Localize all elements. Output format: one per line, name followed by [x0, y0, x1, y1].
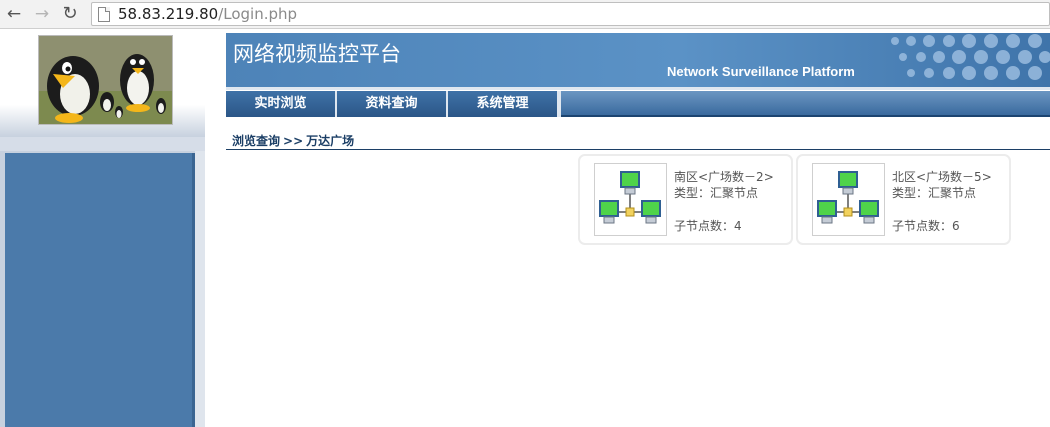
decorative-dots-icon — [891, 34, 1050, 80]
network-topology-icon[interactable] — [594, 163, 667, 236]
logo-area — [0, 29, 205, 137]
browser-toolbar: ← → ↻ 58.83.219.80/Login.php — [0, 0, 1050, 29]
menu-separator — [559, 91, 561, 117]
sidebar-panel — [5, 153, 195, 427]
breadcrumb: 浏览查询 >> 万达广场 — [232, 132, 354, 149]
page-icon — [98, 7, 110, 22]
penguin-logo — [38, 35, 173, 125]
node-card-south[interactable]: 南区<广场数－2> 类型：汇聚节点 子节点数：4 — [578, 154, 793, 245]
banner-divider — [226, 87, 1050, 90]
breadcrumb-current: 万达广场 — [306, 134, 355, 148]
address-bar[interactable]: 58.83.219.80/Login.php — [91, 2, 1050, 26]
url-path: /Login.php — [218, 5, 298, 23]
header-banner: 网络视频监控平台 Network Surveillance Platform — [226, 33, 1050, 87]
node-type: 类型：汇聚节点 — [892, 186, 977, 200]
menu-item-live-view[interactable]: 实时浏览 — [226, 91, 337, 117]
left-sidebar — [0, 29, 205, 427]
node-name[interactable]: 南区<广场数－2> — [674, 168, 774, 185]
page-title: 网络视频监控平台 — [233, 42, 401, 66]
node-child-count: 子节点数：4 — [674, 219, 742, 233]
back-arrow-icon[interactable]: ← — [4, 4, 24, 24]
breadcrumb-underline — [226, 149, 1050, 150]
breadcrumb-separator: >> — [283, 134, 304, 148]
menu-item-system-admin[interactable]: 系统管理 — [448, 91, 559, 117]
breadcrumb-browse-query[interactable]: 浏览查询 — [232, 134, 280, 148]
menu-item-data-query[interactable]: 资料查询 — [337, 91, 448, 117]
page-subtitle: Network Surveillance Platform — [667, 64, 855, 79]
forward-arrow-icon[interactable]: → — [32, 4, 52, 24]
url-text: 58.83.219.80/Login.php — [118, 5, 297, 23]
url-host: 58.83.219.80 — [118, 5, 219, 23]
network-topology-icon[interactable] — [812, 163, 885, 236]
reload-icon[interactable]: ↻ — [60, 4, 80, 24]
node-card-north[interactable]: 北区<广场数－5> 类型：汇聚节点 子节点数：6 — [796, 154, 1011, 245]
sidebar-divider — [0, 137, 205, 151]
node-type: 类型：汇聚节点 — [674, 186, 759, 200]
main-menu: 实时浏览 资料查询 系统管理 — [226, 91, 1050, 117]
node-child-count: 子节点数：6 — [892, 219, 960, 233]
sidebar-edge — [195, 151, 205, 427]
node-name[interactable]: 北区<广场数－5> — [892, 168, 992, 185]
